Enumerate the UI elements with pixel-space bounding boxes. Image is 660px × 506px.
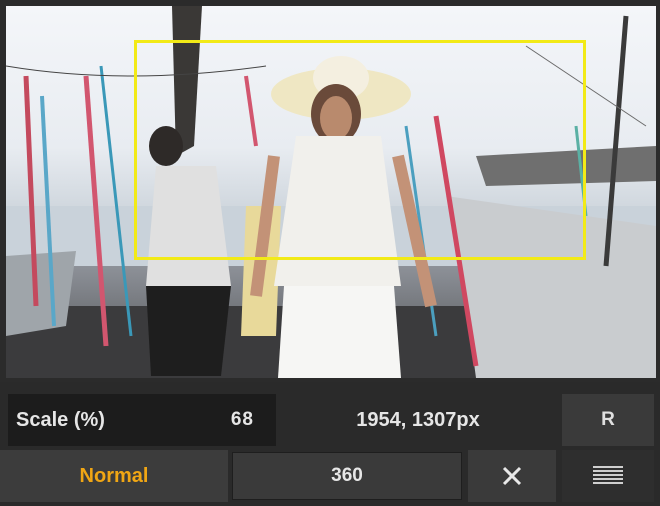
scale-value[interactable]: 68 <box>231 409 254 431</box>
control-panel: Scale (%) 68 1954, 1307px R Normal 360 <box>0 382 660 506</box>
reset-button[interactable]: R <box>562 394 654 446</box>
size-input[interactable]: 360 <box>232 452 462 500</box>
menu-lines-icon <box>593 466 623 484</box>
close-icon <box>502 466 522 486</box>
scale-label: Scale (%) <box>16 408 105 431</box>
blend-mode-selector[interactable]: Normal <box>0 450 228 502</box>
action-row: Normal 360 <box>0 450 660 502</box>
close-button[interactable] <box>468 450 556 502</box>
crop-selection-box[interactable] <box>134 40 586 260</box>
photo-preview[interactable] <box>6 6 656 378</box>
scale-row: Scale (%) 68 1954, 1307px R <box>0 394 660 446</box>
menu-button[interactable] <box>562 450 654 502</box>
scale-control[interactable]: Scale (%) 68 <box>8 394 276 446</box>
image-dimensions: 1954, 1307px <box>356 408 480 431</box>
crop-tool-window: Scale (%) 68 1954, 1307px R Normal 360 <box>0 0 660 506</box>
